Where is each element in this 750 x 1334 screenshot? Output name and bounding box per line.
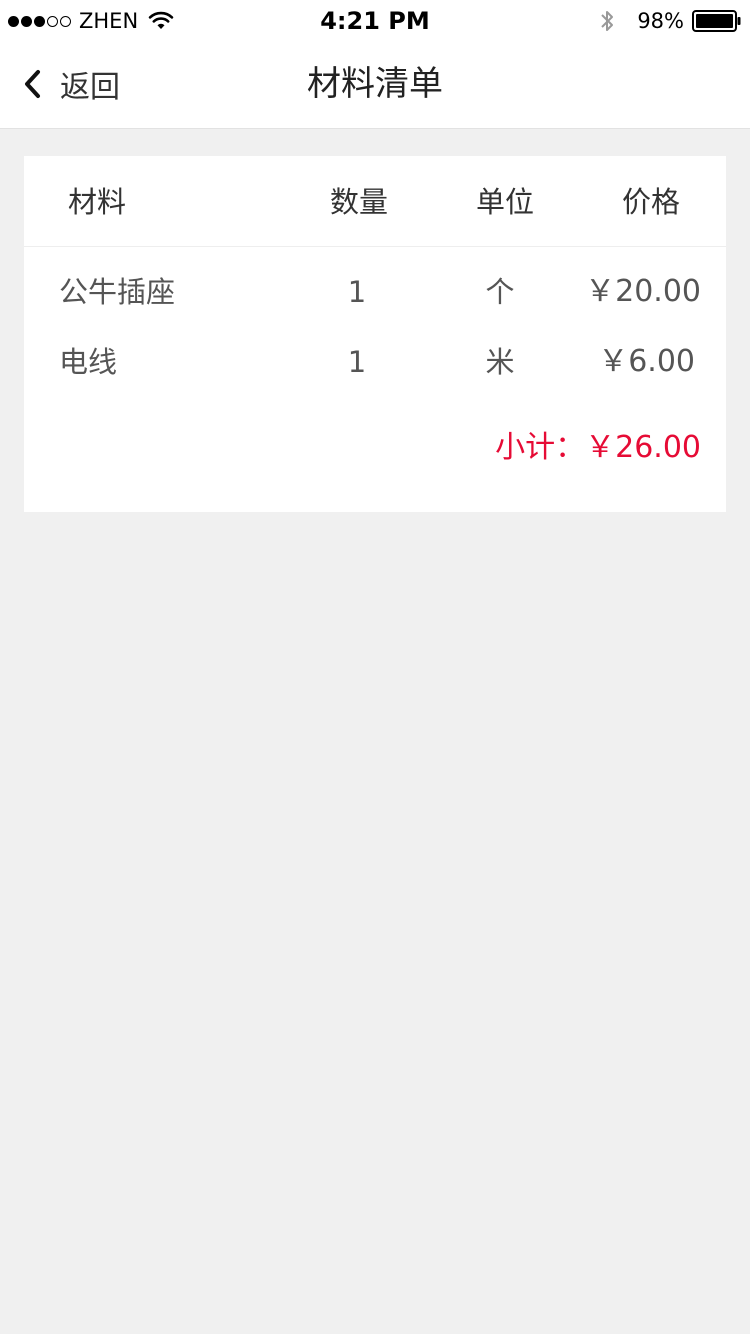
battery-percentage: 98% bbox=[637, 9, 684, 33]
material-unit: 米 bbox=[485, 345, 515, 379]
navigation-bar: 返回 材料清单 bbox=[0, 40, 750, 129]
header-quantity: 数量 bbox=[330, 185, 389, 219]
materials-card: 材料 数量 单位 价格 公牛插座 1 个 ￥20.00 电线 1 米 ￥6.00… bbox=[24, 156, 726, 512]
table-row: 公牛插座 1 个 ￥20.00 bbox=[24, 270, 726, 330]
header-material: 材料 bbox=[68, 185, 127, 219]
material-name: 公牛插座 bbox=[59, 275, 176, 309]
status-bar: ZHEN 4:21 PM 98% bbox=[0, 0, 750, 40]
table-row: 电线 1 米 ￥6.00 bbox=[24, 340, 726, 400]
material-quantity: 1 bbox=[347, 275, 367, 309]
page-title: 材料清单 bbox=[307, 64, 443, 104]
material-name: 电线 bbox=[59, 345, 118, 379]
material-price: ￥20.00 bbox=[585, 274, 701, 309]
material-quantity: 1 bbox=[347, 345, 367, 379]
material-price: ￥6.00 bbox=[598, 344, 695, 379]
table-header: 材料 数量 单位 价格 bbox=[24, 156, 726, 247]
status-right: 98% bbox=[599, 8, 742, 34]
bluetooth-icon bbox=[601, 11, 614, 31]
header-price: 价格 bbox=[622, 185, 681, 219]
material-unit: 个 bbox=[485, 275, 515, 309]
header-unit: 单位 bbox=[476, 185, 535, 219]
subtotal: 小计：￥26.00 bbox=[495, 430, 701, 465]
battery-icon bbox=[692, 10, 741, 32]
